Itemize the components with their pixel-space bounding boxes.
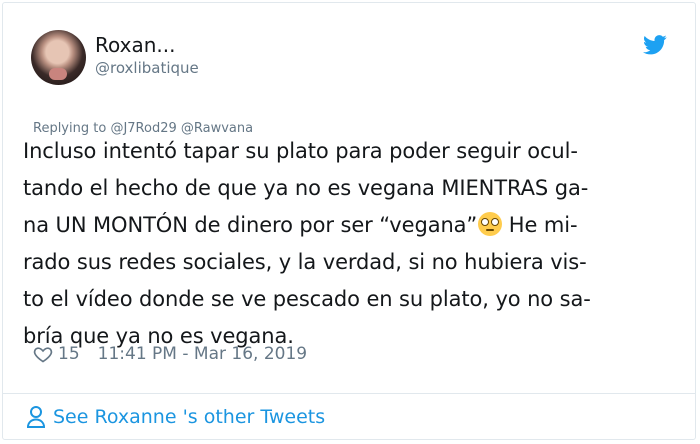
rolling-eyes-emoji-icon (478, 212, 503, 236)
tweet-line: na UN MONTÓN de dinero por ser “vegana” … (23, 207, 683, 244)
heart-icon[interactable] (33, 344, 53, 364)
person-icon (26, 406, 46, 428)
tweet-line-text: He mi- (502, 213, 578, 237)
twitter-bird-icon[interactable] (643, 35, 667, 55)
user-handle[interactable]: @roxlibatique (95, 59, 199, 77)
divider (2, 393, 696, 394)
avatar[interactable] (31, 30, 86, 85)
tweet-line: rado sus redes sociales, y la verdad, si… (23, 250, 587, 274)
like-count[interactable]: 15 (58, 344, 80, 364)
see-other-tweets-label: See Roxanne 's other Tweets (53, 406, 326, 428)
tweet-line: tando el hecho de que ya no es vegana MI… (23, 176, 589, 200)
tweet-meta: 15 11:41 PM - Mar 16, 2019 (33, 344, 307, 364)
tweet-line: Incluso intentó tapar su plato para pode… (23, 139, 578, 163)
tweet-line: to el vídeo donde se ve pescado en su pl… (23, 287, 591, 311)
see-other-tweets-link[interactable]: See Roxanne 's other Tweets (26, 405, 325, 429)
tweet-text: Incluso intentó tapar su plato para pode… (23, 133, 683, 355)
display-name[interactable]: Roxan... (95, 33, 175, 57)
timestamp[interactable]: 11:41 PM - Mar 16, 2019 (98, 344, 307, 364)
tweet-line-text: na UN MONTÓN de dinero por ser “vegana” (23, 213, 478, 237)
